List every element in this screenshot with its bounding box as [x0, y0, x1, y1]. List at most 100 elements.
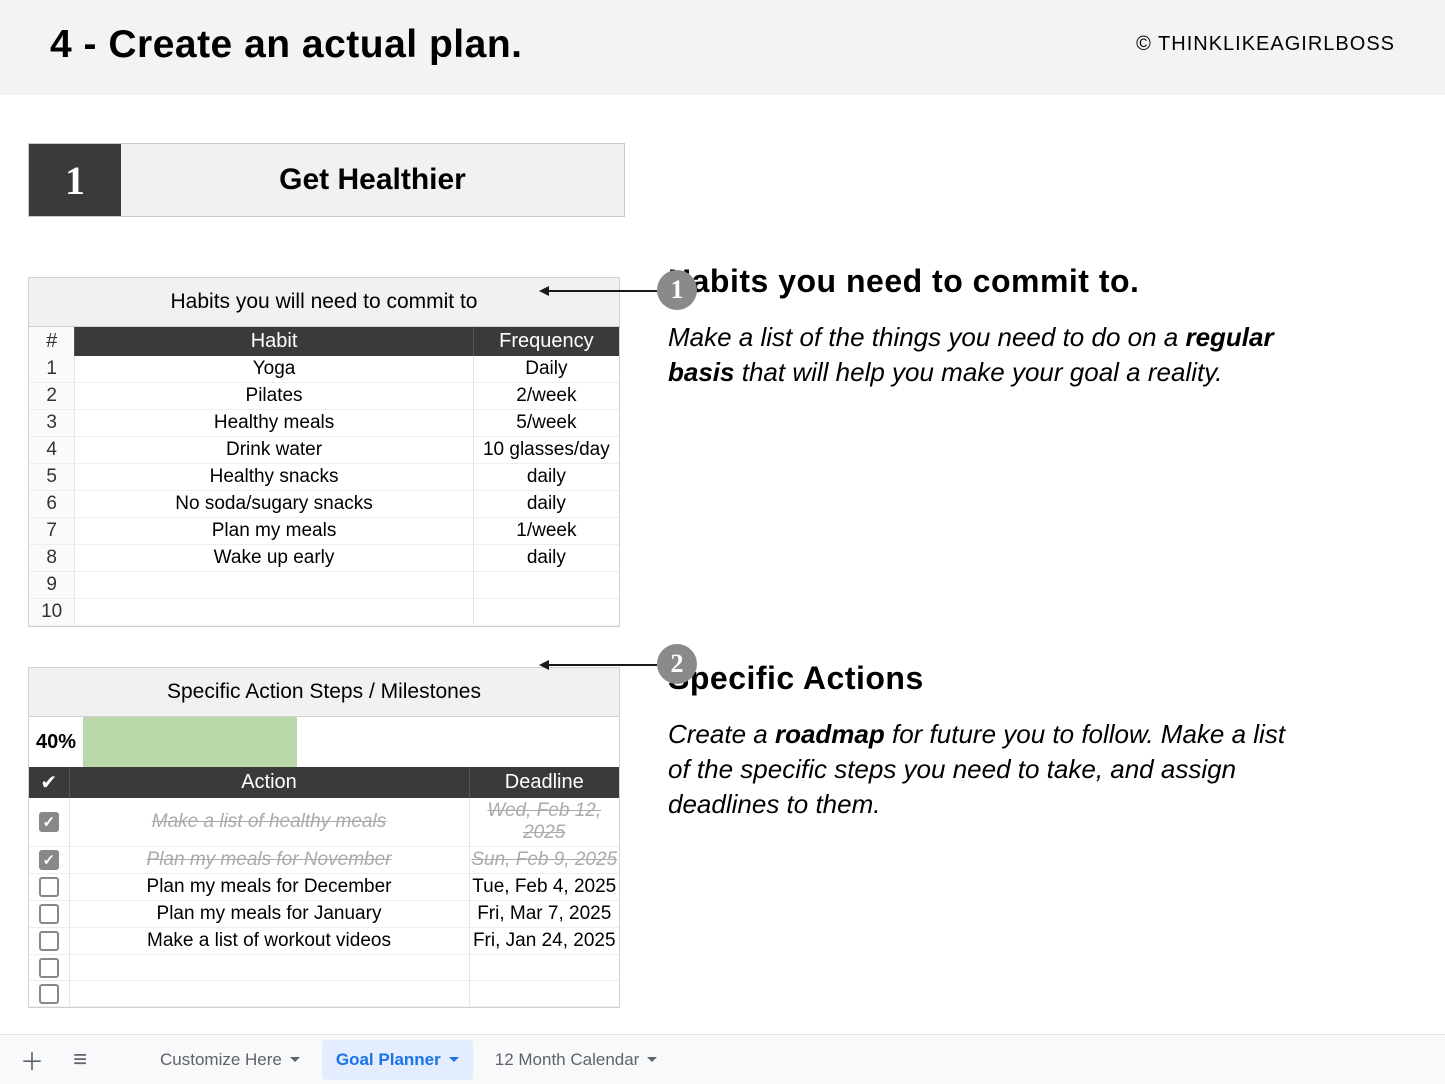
checkbox-icon[interactable]: [39, 850, 59, 870]
col-header-num: #: [29, 327, 75, 356]
table-row: 8Wake up earlydaily: [29, 545, 619, 572]
cell-deadline: Wed, Feb 12, 2025: [469, 798, 619, 847]
col-header-action: Action: [69, 767, 469, 798]
table-row: Plan my meals for JanuaryFri, Mar 7, 202…: [29, 901, 619, 928]
tab-goal-planner[interactable]: Goal Planner: [322, 1040, 473, 1080]
cell-frequency: Daily: [473, 356, 619, 383]
cell-deadline: Fri, Jan 24, 2025: [469, 928, 619, 955]
tab-customize-here[interactable]: Customize Here: [146, 1040, 314, 1080]
cell-deadline: [469, 981, 619, 1007]
progress-bar: 40%: [29, 717, 619, 767]
checkbox-icon[interactable]: [39, 931, 59, 951]
cell-frequency: [473, 572, 619, 599]
cell-habit: Yoga: [75, 356, 473, 383]
table-row: Plan my meals for DecemberTue, Feb 4, 20…: [29, 874, 619, 901]
chevron-down-icon: [647, 1057, 657, 1062]
cell-habit: [75, 572, 473, 599]
habits-caption: Habits you will need to commit to: [29, 278, 619, 327]
progress-value: 40%: [29, 731, 83, 754]
checkbox-icon[interactable]: [39, 904, 59, 924]
cell-habit: Healthy snacks: [75, 464, 473, 491]
chevron-down-icon: [449, 1057, 459, 1062]
checkbox-icon[interactable]: [39, 958, 59, 978]
goal-box: 1 Get Healthier: [28, 143, 625, 217]
cell-checkbox[interactable]: [29, 874, 69, 901]
cell-deadline: Sun, Feb 9, 2025: [469, 847, 619, 874]
actions-caption: Specific Action Steps / Milestones: [29, 668, 619, 717]
col-header-frequency: Frequency: [473, 327, 619, 356]
cell-habit: Drink water: [75, 437, 473, 464]
all-sheets-button[interactable]: ≡: [60, 1040, 100, 1080]
sheet-tab-bar: ＋ ≡ Customize Here Goal Planner 12 Month…: [0, 1034, 1445, 1084]
table-row: Plan my meals for NovemberSun, Feb 9, 20…: [29, 847, 619, 874]
tab-label: Customize Here: [160, 1050, 282, 1070]
col-header-deadline: Deadline: [469, 767, 619, 798]
cell-rownum: 7: [29, 518, 75, 545]
cell-deadline: Fri, Mar 7, 2025: [469, 901, 619, 928]
cell-action: [69, 955, 469, 981]
cell-rownum: 10: [29, 599, 75, 626]
cell-deadline: Tue, Feb 4, 2025: [469, 874, 619, 901]
checkbox-icon[interactable]: [39, 984, 59, 1004]
cell-frequency: [473, 599, 619, 626]
cell-rownum: 6: [29, 491, 75, 518]
annotation-body-1: Make a list of the things you need to do…: [668, 320, 1308, 390]
cell-checkbox[interactable]: [29, 928, 69, 955]
annotation-badge-2: 2: [657, 644, 697, 684]
table-row: 9: [29, 572, 619, 599]
cell-rownum: 3: [29, 410, 75, 437]
tab-label: 12 Month Calendar: [495, 1050, 640, 1070]
annotation-badge-1: 1: [657, 270, 697, 310]
credit-text: © THINKLIKEAGIRLBOSS: [1136, 33, 1395, 56]
cell-habit: Plan my meals: [75, 518, 473, 545]
tab-12-month-calendar[interactable]: 12 Month Calendar: [481, 1040, 672, 1080]
add-sheet-button[interactable]: ＋: [12, 1040, 52, 1080]
cell-checkbox[interactable]: [29, 798, 69, 847]
cell-action: Make a list of healthy meals: [69, 798, 469, 847]
cell-checkbox[interactable]: [29, 981, 69, 1007]
cell-action: Plan my meals for January: [69, 901, 469, 928]
checkbox-icon[interactable]: [39, 812, 59, 832]
goal-title: Get Healthier: [121, 144, 624, 216]
cell-rownum: 4: [29, 437, 75, 464]
cell-habit: Wake up early: [75, 545, 473, 572]
table-row: 6No soda/sugary snacksdaily: [29, 491, 619, 518]
table-row: [29, 955, 619, 981]
annotation-heading-1: Habits you need to commit to.: [668, 263, 1417, 300]
arrow-icon: [545, 664, 657, 666]
cell-frequency: 2/week: [473, 383, 619, 410]
page-title: 4 - Create an actual plan.: [50, 23, 523, 67]
cell-habit: Pilates: [75, 383, 473, 410]
table-row: 1YogaDaily: [29, 356, 619, 383]
cell-frequency: daily: [473, 491, 619, 518]
arrow-icon: [545, 290, 657, 292]
table-row: Make a list of healthy mealsWed, Feb 12,…: [29, 798, 619, 847]
cell-rownum: 8: [29, 545, 75, 572]
col-header-check: ✔: [29, 767, 69, 798]
cell-frequency: 5/week: [473, 410, 619, 437]
cell-action: Plan my meals for December: [69, 874, 469, 901]
cell-action: [69, 981, 469, 1007]
habits-table: Habits you will need to commit to # Habi…: [28, 277, 620, 627]
cell-habit: Healthy meals: [75, 410, 473, 437]
cell-checkbox[interactable]: [29, 955, 69, 981]
cell-habit: No soda/sugary snacks: [75, 491, 473, 518]
cell-frequency: 10 glasses/day: [473, 437, 619, 464]
cell-action: Make a list of workout videos: [69, 928, 469, 955]
cell-checkbox[interactable]: [29, 901, 69, 928]
checkbox-icon[interactable]: [39, 877, 59, 897]
table-row: 4Drink water10 glasses/day: [29, 437, 619, 464]
cell-action: Plan my meals for November: [69, 847, 469, 874]
cell-checkbox[interactable]: [29, 847, 69, 874]
cell-habit: [75, 599, 473, 626]
cell-frequency: daily: [473, 545, 619, 572]
cell-rownum: 9: [29, 572, 75, 599]
table-row: [29, 981, 619, 1007]
cell-rownum: 5: [29, 464, 75, 491]
goal-number: 1: [29, 144, 121, 216]
annotation-body-2: Create a roadmap for future you to follo…: [668, 717, 1308, 822]
col-header-habit: Habit: [75, 327, 473, 356]
actions-table: Specific Action Steps / Milestones 40% ✔…: [28, 667, 620, 1008]
progress-fill: [83, 717, 297, 767]
cell-rownum: 1: [29, 356, 75, 383]
